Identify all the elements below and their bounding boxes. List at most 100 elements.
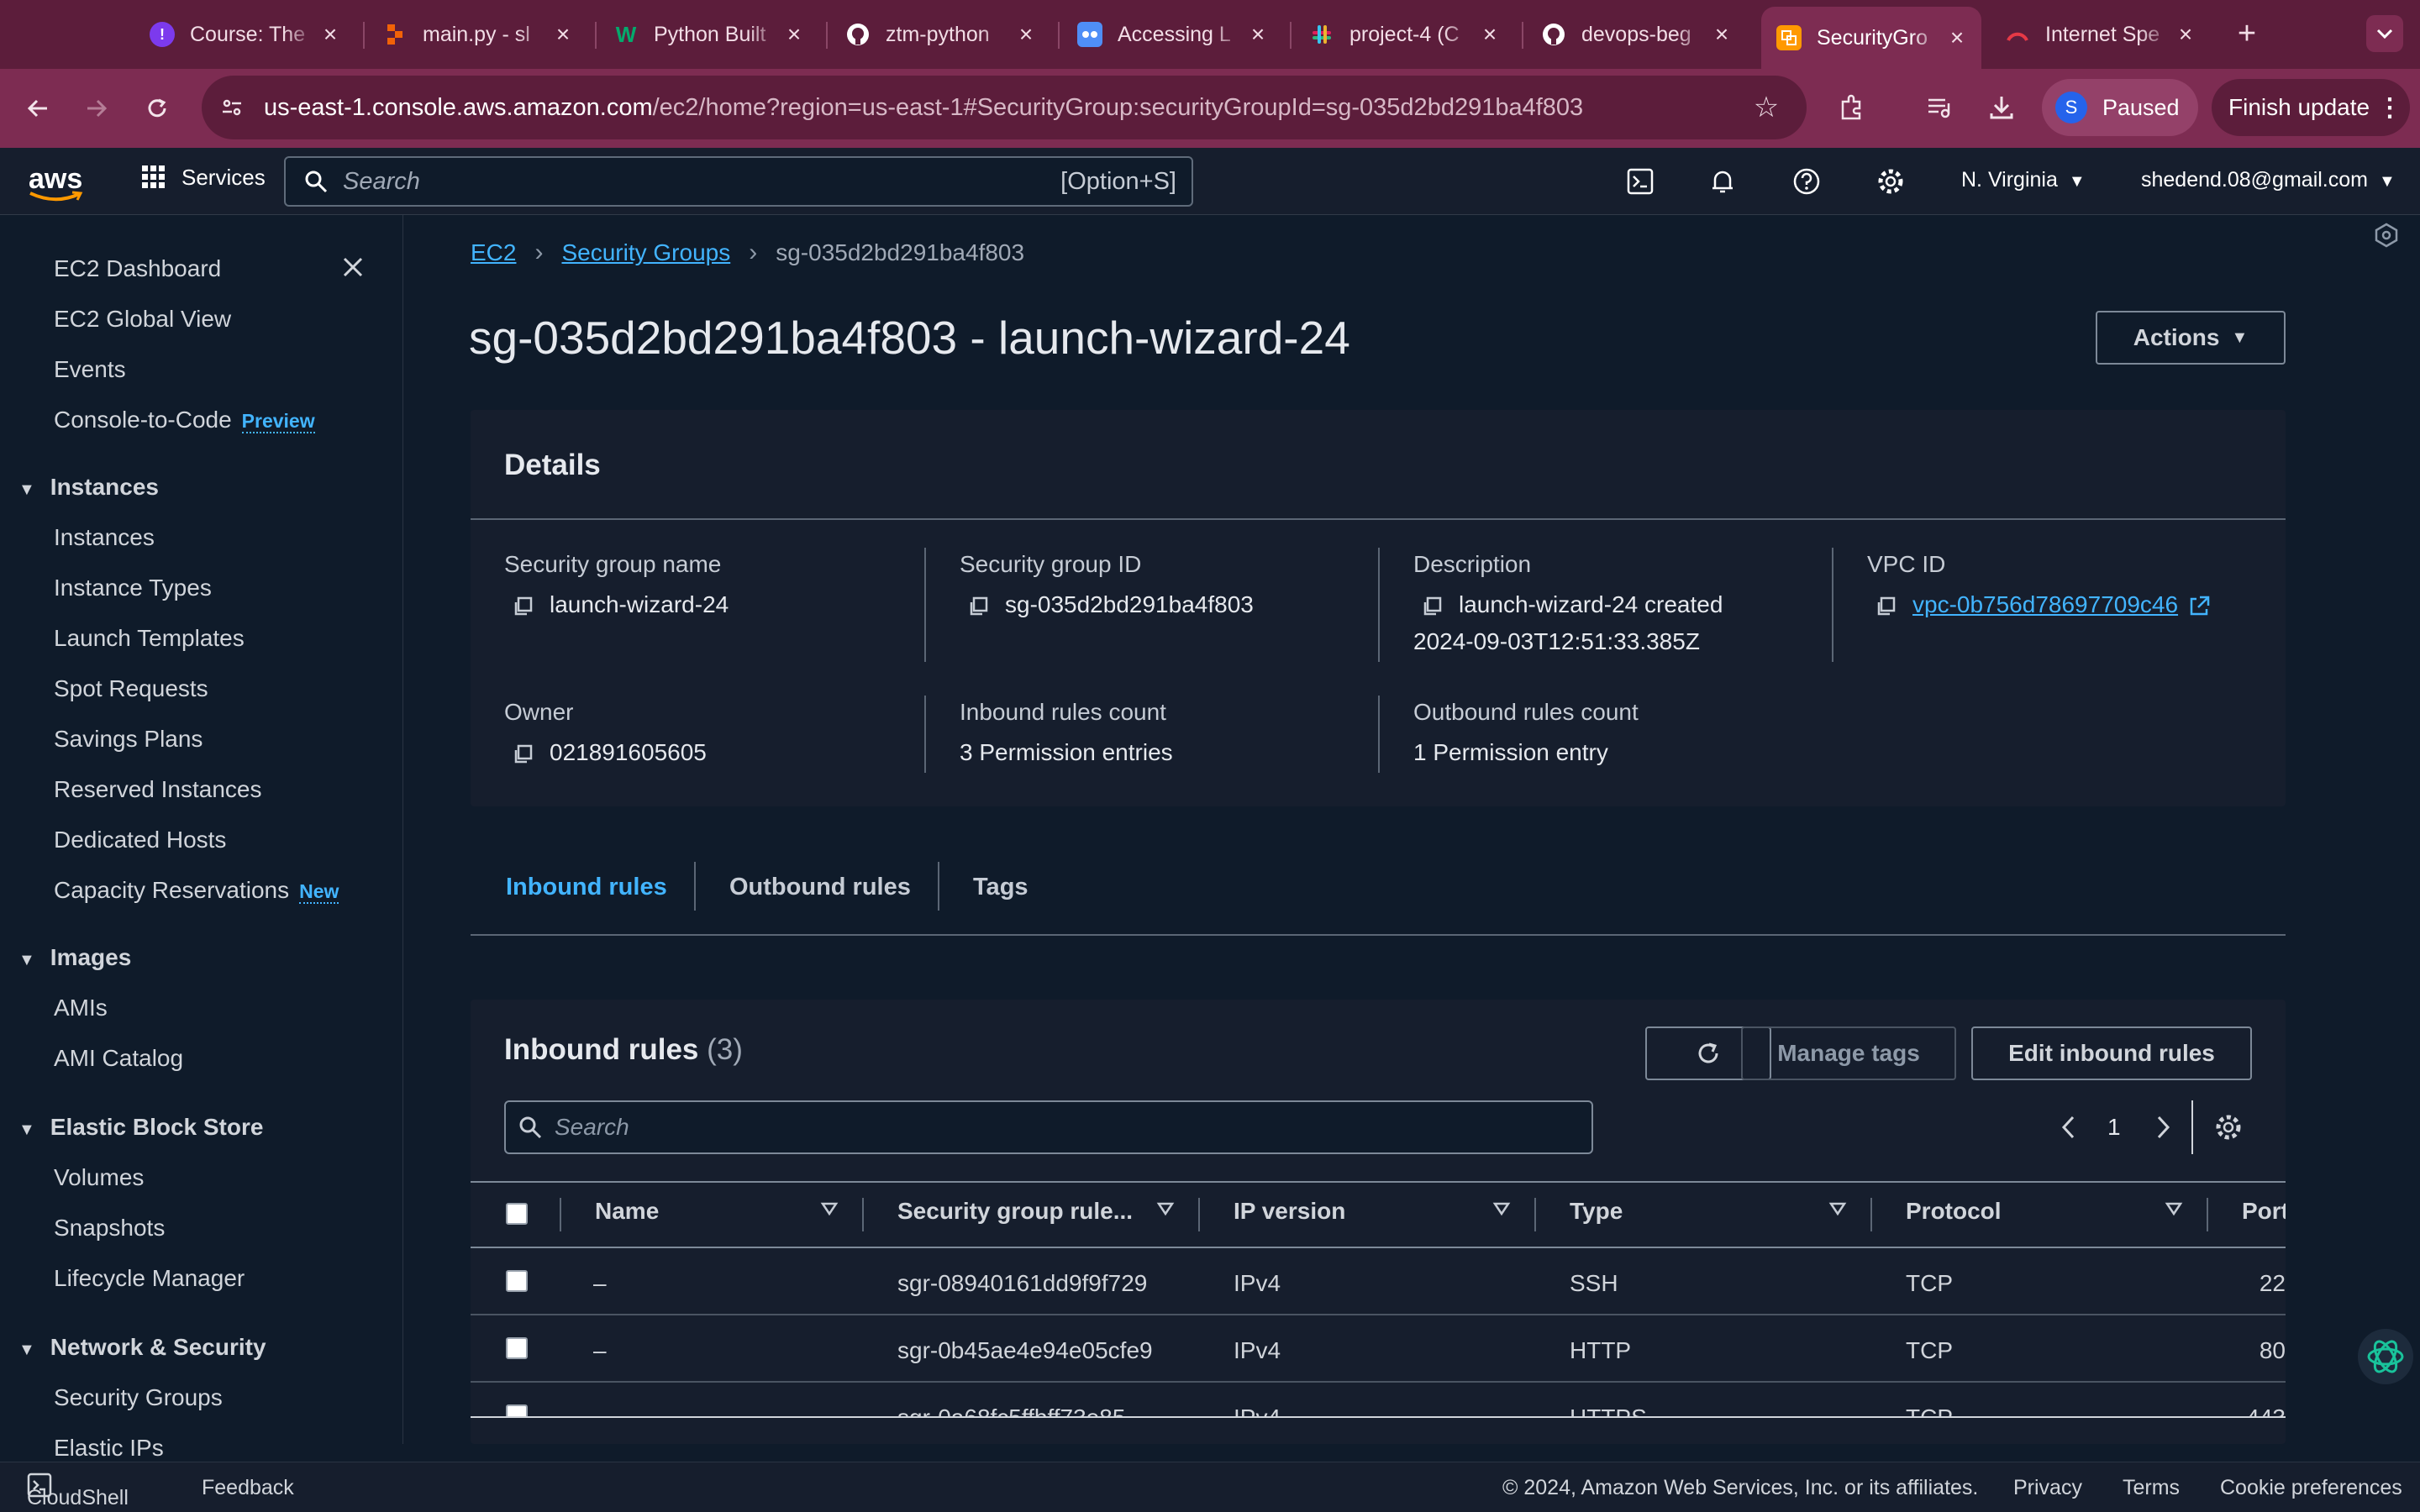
sidebar-item-snapshots[interactable]: Snapshots [54, 1215, 165, 1242]
sort-icon[interactable] [1828, 1200, 1847, 1218]
table-settings-gear-icon[interactable] [2212, 1110, 2245, 1144]
tab-inbound-rules[interactable]: Inbound rules [506, 874, 667, 901]
more-vertical-icon[interactable]: ⋮ [2377, 91, 2402, 124]
new-tab-icon[interactable]: + [2230, 16, 2264, 51]
browser-tab[interactable]: ztm-python × [845, 10, 1039, 59]
copy-icon[interactable] [968, 596, 988, 617]
close-tab-icon[interactable]: × [781, 21, 807, 47]
sort-icon[interactable] [820, 1200, 839, 1218]
sidebar-item-volumes[interactable]: Volumes [54, 1164, 144, 1191]
rules-search-input[interactable]: Search [504, 1100, 1593, 1154]
media-controls-icon[interactable] [1919, 87, 1960, 128]
sort-icon[interactable] [1156, 1200, 1175, 1218]
column-header-ip-version[interactable]: IP version [1234, 1198, 1345, 1225]
back-arrow-icon[interactable] [17, 87, 59, 129]
sidebar-item-ec2-global-view[interactable]: EC2 Global View [54, 306, 231, 333]
profile-paused-button[interactable]: S Paused [2042, 79, 2198, 136]
sidebar-item-amis[interactable]: AMIs [54, 995, 108, 1021]
browser-tab[interactable]: W Python Built × [613, 10, 807, 59]
extensions-icon[interactable] [1832, 87, 1872, 128]
sidebar-item-ami-catalog[interactable]: AMI Catalog [54, 1045, 183, 1072]
aws-logo[interactable]: aws [29, 163, 83, 202]
edit-inbound-rules-button[interactable]: Edit inbound rules [1971, 1026, 2252, 1080]
browser-tab[interactable]: Internet Spe × [2005, 10, 2198, 59]
sidebar-item-capacity-reservations[interactable]: Capacity Reservations New [54, 877, 339, 904]
close-tab-icon[interactable]: × [1245, 21, 1270, 47]
finish-update-button[interactable]: Finish update ⋮ [2212, 79, 2410, 136]
address-bar[interactable]: us-east-1.console.aws.amazon.com/ec2/hom… [202, 76, 1807, 139]
rule-id[interactable]: sgr-0b45ae4e94e05cfe9 [897, 1337, 1153, 1364]
select-all-checkbox[interactable] [506, 1203, 528, 1225]
sidebar-section-elastic-block-store[interactable]: ▼ Elastic Block Store [18, 1114, 263, 1141]
row-checkbox[interactable] [506, 1404, 528, 1416]
column-header-port[interactable]: Port [2242, 1198, 2286, 1225]
browser-tab-active[interactable]: SecurityGro × [1761, 7, 1981, 69]
settings-gear-icon[interactable] [1872, 163, 1909, 200]
cookie-preferences-link[interactable]: Cookie preferences [2220, 1476, 2402, 1500]
sort-icon[interactable] [1492, 1200, 1511, 1218]
close-tab-icon[interactable]: × [1013, 21, 1039, 47]
sidebar-item-savings-plans[interactable]: Savings Plans [54, 726, 203, 753]
sidebar-item-launch-templates[interactable]: Launch Templates [54, 625, 245, 652]
notifications-bell-icon[interactable] [1704, 163, 1741, 200]
chevron-left-icon[interactable] [2054, 1110, 2084, 1144]
feedback-link[interactable]: Feedback [202, 1476, 294, 1500]
aws-search-input[interactable]: Search [Option+S] [284, 156, 1193, 207]
sidebar-section-network-security[interactable]: ▼ Network & Security [18, 1334, 266, 1361]
copy-icon[interactable] [1876, 596, 1896, 617]
manage-tags-button[interactable]: Manage tags [1741, 1026, 1956, 1080]
download-icon[interactable] [1981, 87, 2022, 128]
copy-icon[interactable] [513, 744, 533, 764]
sidebar-item-instances[interactable]: Instances [54, 524, 155, 551]
reload-icon[interactable] [136, 87, 178, 129]
close-sidebar-icon[interactable] [336, 250, 370, 284]
page-number[interactable]: 1 [2107, 1114, 2121, 1141]
copy-icon[interactable] [513, 596, 533, 617]
sidebar-section-instances[interactable]: ▼ Instances [18, 474, 159, 501]
sort-icon[interactable] [2165, 1200, 2183, 1218]
vpc-id-link[interactable]: vpc-0b756d78697709c46 [1912, 591, 2178, 617]
row-checkbox[interactable] [506, 1270, 528, 1292]
breadcrumb-ec2-link[interactable]: EC2 [471, 239, 516, 266]
column-header-protocol[interactable]: Protocol [1906, 1198, 2002, 1225]
terms-link[interactable]: Terms [2123, 1476, 2180, 1500]
close-tab-icon[interactable]: × [550, 21, 576, 47]
sidebar-item-instance-types[interactable]: Instance Types [54, 575, 212, 601]
close-tab-icon[interactable]: × [2173, 21, 2198, 47]
cloudshell-link[interactable]: CloudShell [27, 1473, 129, 1509]
close-tab-icon[interactable]: × [1944, 24, 1970, 50]
actions-button[interactable]: Actions ▼ [2096, 311, 2286, 365]
sidebar-item-lifecycle-manager[interactable]: Lifecycle Manager [54, 1265, 245, 1292]
close-tab-icon[interactable]: × [318, 21, 343, 47]
browser-tab[interactable]: devops-beg × [1541, 10, 1734, 59]
sidebar-item-ec2-dashboard[interactable]: EC2 Dashboard [54, 255, 221, 282]
tab-search-icon[interactable] [2366, 15, 2403, 52]
sidebar-item-console-to-code[interactable]: Console-to-Code Preview [54, 407, 315, 433]
bookmark-star-icon[interactable]: ☆ [1749, 91, 1783, 124]
breadcrumb-security-groups-link[interactable]: Security Groups [561, 239, 730, 266]
privacy-link[interactable]: Privacy [2013, 1476, 2082, 1500]
external-link-icon[interactable] [2188, 596, 2210, 617]
sidebar-item-spot-requests[interactable]: Spot Requests [54, 675, 208, 702]
browser-tab[interactable]: ! Course: The × [150, 10, 343, 59]
help-icon[interactable] [1788, 163, 1825, 200]
assistant-icon[interactable] [2358, 1329, 2413, 1384]
region-selector[interactable]: N. Virginia ▼ [1961, 168, 2086, 192]
sidebar-item-reserved-instances[interactable]: Reserved Instances [54, 776, 261, 803]
sidebar-item-elastic-ips[interactable]: Elastic IPs [54, 1435, 164, 1462]
column-header-rule-id[interactable]: Security group rule... [897, 1198, 1133, 1225]
close-tab-icon[interactable]: × [1477, 21, 1502, 47]
sidebar-item-events[interactable]: Events [54, 356, 126, 383]
browser-tab[interactable]: project-4 (C × [1309, 10, 1502, 59]
tab-tags[interactable]: Tags [973, 874, 1028, 901]
services-menu[interactable]: Services [139, 163, 266, 192]
sidebar-section-images[interactable]: ▼ Images [18, 944, 131, 971]
row-checkbox[interactable] [506, 1337, 528, 1359]
info-panel-icon[interactable] [2371, 220, 2402, 250]
chevron-right-icon[interactable] [2148, 1110, 2178, 1144]
sidebar-item-dedicated-hosts[interactable]: Dedicated Hosts [54, 827, 226, 853]
rule-id[interactable]: sgr-08940161dd9f9f729 [897, 1270, 1147, 1297]
rule-id[interactable]: sgr-0a68fc5ffbff73e85 [897, 1404, 1125, 1416]
close-tab-icon[interactable]: × [1709, 21, 1734, 47]
browser-tab[interactable]: Accessing L × [1077, 10, 1270, 59]
